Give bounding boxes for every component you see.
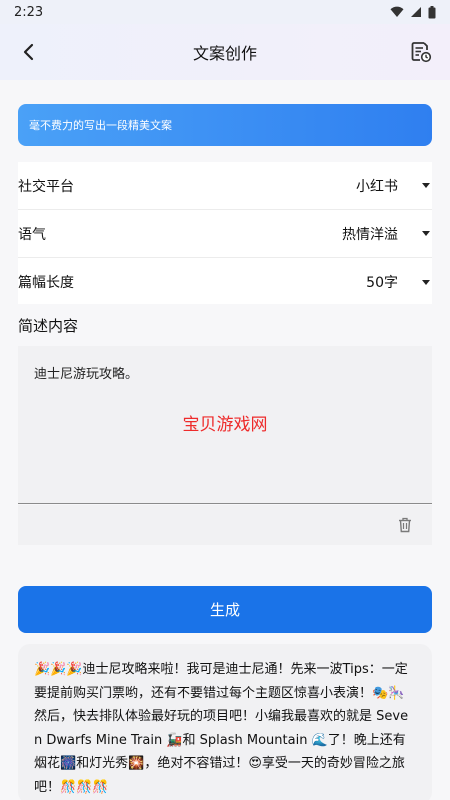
trash-icon [399,517,411,533]
length-select[interactable]: 50字 [366,272,430,292]
status-time: 2:23 [14,4,44,20]
platform-row[interactable]: 社交平台 小红书 [18,162,432,210]
result-text: 🎉🎉🎉迪士尼攻略来啦！我可是迪士尼通！先来一波Tips：一定要提前购买门票哟，还… [34,662,409,795]
status-bar: 2:23 [0,0,450,24]
platform-select[interactable]: 小红书 [356,176,430,196]
length-label: 篇幅长度 [18,275,74,291]
page-title: 文案创作 [192,44,257,63]
description-section-title: 简述内容 [18,317,79,335]
tone-select[interactable]: 热情洋溢 [342,224,430,244]
banner-text: 毫不费力的写出一段精美文案 [29,119,172,132]
history-button[interactable] [408,39,434,65]
battery-icon [428,5,436,18]
status-icons [390,5,436,19]
back-button[interactable] [14,38,42,66]
watermark-text: 宝贝游戏网 [182,415,268,435]
description-textarea[interactable]: 迪士尼游玩攻略。 宝贝游戏网 [18,346,432,504]
intro-banner: 毫不费力的写出一段精美文案 [18,104,432,146]
tone-row[interactable]: 语气 热情洋溢 [18,210,432,258]
tone-label: 语气 [18,226,46,243]
app-bar: 文案创作 [0,24,450,80]
settings-form: 社交平台 小红书 语气 热情洋溢 篇幅长度 50字 [18,162,432,304]
textarea-footer [18,505,432,545]
length-value: 50字 [366,275,398,291]
dropdown-caret-icon [422,231,430,236]
length-row[interactable]: 篇幅长度 50字 [18,258,432,306]
dropdown-caret-icon [422,183,430,188]
history-document-icon [411,42,432,63]
signal-icon [411,7,421,17]
description-input-value: 迪士尼游玩攻略。 [34,367,139,382]
back-arrow-icon [23,43,34,61]
result-card: 🎉🎉🎉迪士尼攻略来啦！我可是迪士尼通！先来一波Tips：一定要提前购买门票哟，还… [18,644,432,800]
dropdown-caret-icon [422,279,430,285]
tone-value: 热情洋溢 [342,226,398,243]
platform-label: 社交平台 [18,178,74,195]
platform-value: 小红书 [356,178,398,195]
wifi-icon [390,6,404,17]
clear-button[interactable] [398,517,414,534]
generate-button[interactable]: 生成 [18,586,432,633]
